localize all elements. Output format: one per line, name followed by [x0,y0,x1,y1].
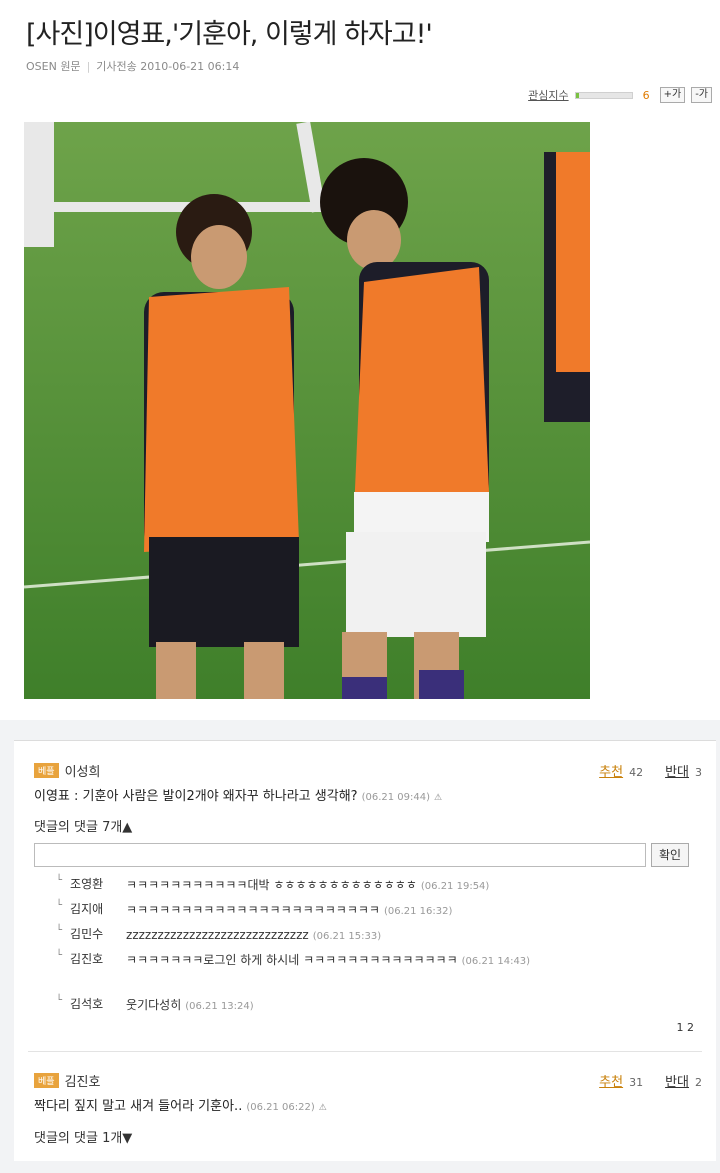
interest-label[interactable]: 관심지수 [528,87,568,103]
report-icon: ⚠ [434,793,443,803]
replies-toggle[interactable]: 댓글의 댓글 1개▼ [34,1127,132,1146]
interest-index: 관심지수 6 +가 -가 [528,87,712,103]
comment-author[interactable]: 이성희 [65,761,101,780]
report-icon: ⚠ [318,1103,327,1113]
reply-item: └ 김민수 zzzzzzzzzzzzzzzzzzzzzzzzzzzzz (06.2… [56,925,381,947]
article-title: [사진]이영표,'기훈아, 이렇게 하자고!' [26,19,433,50]
reply-input[interactable] [34,843,646,867]
article-photo [24,122,590,699]
interest-bar [574,91,633,99]
reply-arrow-icon: └ [56,925,63,936]
reply-arrow-icon: └ [56,900,63,911]
article-source[interactable]: OSEN 원문 [26,60,81,73]
replies-toggle[interactable]: 댓글의 댓글 7개▲ [34,816,132,835]
comment-author[interactable]: 김진호 [65,1071,101,1090]
comments-section: 베플 이성희 추천 42 반대 3 이영표 : 기훈아 사람은 발이2개야 왜자꾸 … [14,740,716,1161]
oppose-button[interactable]: 반대 2 [665,1071,702,1090]
interest-plus-button[interactable]: +가 [659,87,686,103]
oppose-button[interactable]: 반대 3 [665,761,702,780]
best-comment-badge: 베플 [34,1073,59,1088]
article-meta: OSEN 원문 | 기사전송 2010-06-21 06:14 [26,60,240,73]
reply-arrow-icon: └ [56,875,63,886]
interest-minus-button[interactable]: -가 [691,87,712,103]
reply-item: └ 김석호 웃기다성히 (06.21 13:24) [56,995,254,1017]
photo-illustration [24,122,590,699]
comment-header: 베플 이성희 [34,761,100,780]
comment-votes: 추천 31 반대 2 [599,1071,702,1090]
reply-item: └ 김지애 ㅋㅋㅋㅋㅋㅋㅋㅋㅋㅋㅋㅋㅋㅋㅋㅋㅋㅋㅋㅋㅋㅋㅋ (06.21 16:3… [56,900,452,922]
interest-value: 6 [642,88,650,102]
reply-item: └ 김진호 ㅋㅋㅋㅋㅋㅋㅋ로그인 하게 하시네 ㅋㅋㅋㅋㅋㅋㅋㅋㅋㅋㅋㅋㅋㅋ (0… [56,950,530,972]
comment-text: 짝다리 짚지 말고 새겨 들어라 기훈아.. (06.21 06:22) ⚠ [34,1099,327,1114]
comment-text: 이영표 : 기훈아 사람은 발이2개야 왜자꾸 하나라고 생각해? (06.21 … [34,789,443,804]
comment-votes: 추천 42 반대 3 [599,761,702,780]
comment-header: 베플 김진호 [34,1071,100,1090]
confirm-button[interactable]: 확인 [651,843,689,867]
reply-pager[interactable]: 1 2 [677,1021,695,1034]
comment-divider [28,1051,702,1052]
article-panel: [사진]이영표,'기훈아, 이렇게 하자고!' OSEN 원문 | 기사전송 201… [0,0,720,720]
reply-arrow-icon: └ [56,995,63,1006]
reply-arrow-icon: └ [56,950,63,961]
reply-item: └ 조영환 ㅋㅋㅋㅋㅋㅋㅋㅋㅋㅋㅋ대박 ㅎㅎㅎㅎㅎㅎㅎㅎㅎㅎㅎㅎㅎ (06.21 … [56,875,489,897]
recommend-button[interactable]: 추천 31 [599,1071,643,1090]
article-date: 기사전송 2010-06-21 06:14 [96,60,240,73]
recommend-button[interactable]: 추천 42 [599,761,643,780]
best-comment-badge: 베플 [34,763,59,778]
